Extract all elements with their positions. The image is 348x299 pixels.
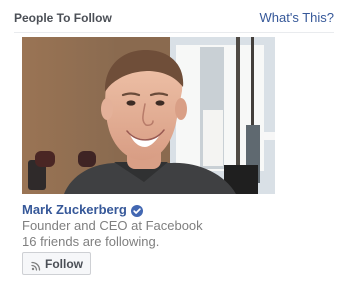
profile-description: Founder and CEO at Facebook xyxy=(22,218,203,233)
verified-badge-icon xyxy=(130,204,143,217)
profile-photo-image xyxy=(22,37,275,194)
profile-name-link[interactable]: Mark Zuckerberg xyxy=(22,202,127,217)
friends-following-count: 16 friends are following. xyxy=(22,234,160,249)
rss-icon xyxy=(31,259,41,271)
whats-this-link[interactable]: What's This? xyxy=(260,10,335,25)
people-to-follow-widget: People To Follow What's This? Mark Zucke… xyxy=(0,0,348,299)
widget-header: People To Follow What's This? xyxy=(14,6,334,32)
follow-button[interactable]: Follow xyxy=(22,252,91,275)
suggestion-details: Mark Zuckerberg Founder and CEO at Faceb… xyxy=(22,201,322,250)
profile-photo[interactable] xyxy=(22,37,275,194)
name-row: Mark Zuckerberg xyxy=(22,201,322,218)
follow-button-label: Follow xyxy=(45,256,83,271)
widget-title: People To Follow xyxy=(14,11,112,25)
header-divider xyxy=(14,32,334,33)
